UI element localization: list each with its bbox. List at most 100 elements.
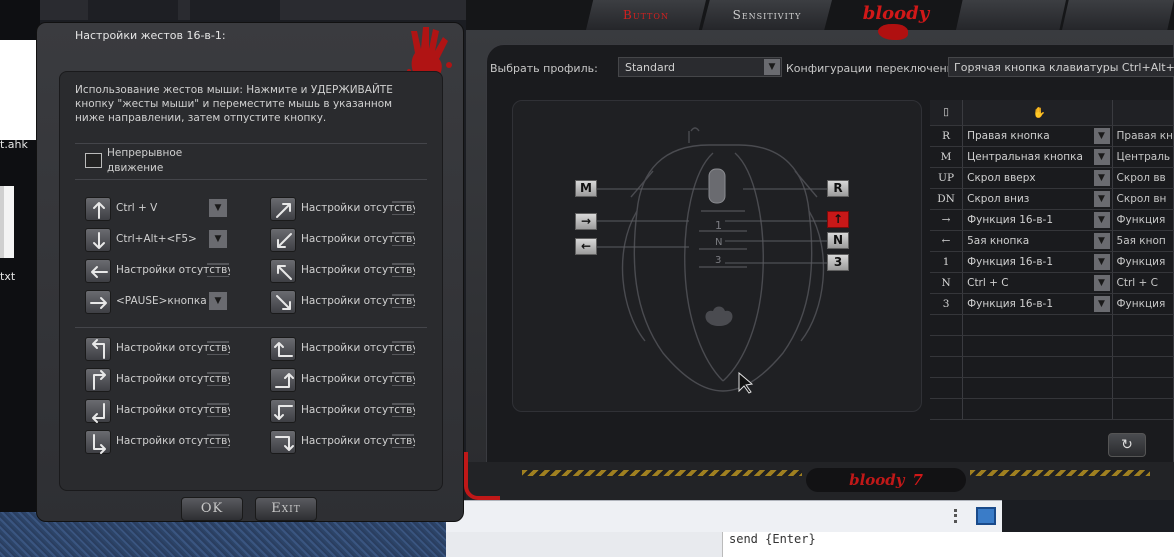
table-row[interactable]: M Центральная кнопка ▼ Централь [930, 146, 1174, 168]
gesture-item[interactable]: Настройки отсутствуют [85, 337, 233, 361]
table-row[interactable]: 1 Функция 16-в-1 ▼ Функция [930, 251, 1174, 273]
chevron-down-icon[interactable]: ▼ [1093, 211, 1110, 228]
gesture-item[interactable]: Настройки отсутствуют [270, 430, 418, 454]
continuous-checkbox[interactable] [85, 153, 102, 168]
table-row[interactable]: → Функция 16-в-1 ▼ Функция [930, 209, 1174, 231]
button-function-alt[interactable]: Правая кн [1112, 125, 1174, 147]
gesture-select[interactable] [392, 201, 414, 215]
gesture-item[interactable]: Ctrl+Alt+<F5> ▼ [85, 228, 233, 252]
gesture-item[interactable]: Настройки отсутствуют [270, 228, 418, 252]
arrow-left-icon [85, 259, 111, 283]
chevron-down-icon[interactable]: ▼ [209, 230, 227, 248]
button-function[interactable]: Скрол вниз ▼ [962, 188, 1113, 210]
gesture-item[interactable]: Настройки отсутствуют [270, 197, 418, 221]
table-row[interactable]: DN Скрол вниз ▼ Скрол вн [930, 188, 1174, 210]
gesture-select[interactable] [207, 263, 229, 277]
mouse-button-r[interactable]: R [827, 180, 849, 197]
chevron-down-icon[interactable]: ▼ [1093, 148, 1110, 165]
divider [75, 143, 427, 144]
divider [75, 179, 427, 180]
button-function[interactable]: Ctrl + C ▼ [962, 272, 1113, 294]
table-row[interactable]: R Правая кнопка ▼ Правая кн [930, 125, 1174, 147]
gesture-select[interactable] [207, 403, 229, 417]
button-function-alt[interactable]: Функция [1112, 293, 1174, 315]
gesture-select[interactable] [392, 263, 414, 277]
button-function[interactable]: 5ая кнопка ▼ [962, 230, 1113, 252]
button-function-alt[interactable]: Централь [1112, 146, 1174, 168]
button-function-alt[interactable]: Скрол вв [1112, 167, 1174, 189]
text-editor[interactable]: send {Enter} [722, 532, 1174, 557]
reset-button[interactable]: ↻ [1108, 433, 1146, 457]
chevron-down-icon[interactable]: ▼ [1093, 253, 1110, 270]
button-function[interactable]: Скрол вверх ▼ [962, 167, 1113, 189]
desktop-file-icon[interactable] [0, 40, 38, 140]
mouse-button-forward[interactable]: → [575, 213, 597, 230]
gesture-item[interactable]: Настройки отсутствуют [270, 337, 418, 361]
config-switch-label: Конфигурации переключения : [786, 62, 968, 75]
chevron-down-icon[interactable]: ▼ [1093, 274, 1110, 291]
button-function-alt[interactable]: Ctrl + C [1112, 272, 1174, 294]
table-row[interactable]: N Ctrl + C ▼ Ctrl + C [930, 272, 1174, 294]
tab-right-2[interactable] [1062, 0, 1174, 30]
table-row[interactable]: ← 5ая кнопка ▼ 5ая кноп [930, 230, 1174, 252]
gesture-select[interactable] [207, 341, 229, 355]
button-function-alt[interactable]: Функция [1112, 209, 1174, 231]
gesture-item[interactable]: Настройки отсутствуют [85, 430, 233, 454]
chevron-down-icon[interactable]: ▼ [209, 199, 227, 217]
divider [75, 327, 427, 328]
gesture-item[interactable]: Настройки отсутствуют [270, 259, 418, 283]
button-function[interactable]: Функция 16-в-1 ▼ [962, 251, 1113, 273]
gesture-item[interactable]: <PAUSE>кнопка ▼ [85, 290, 233, 314]
gesture-item[interactable]: Настройки отсутствуют [85, 259, 233, 283]
button-function[interactable]: Центральная кнопка ▼ [962, 146, 1113, 168]
gesture-item[interactable]: Настройки отсутствуют [270, 399, 418, 423]
window-icon[interactable] [976, 507, 996, 525]
desktop-text-file-icon[interactable] [0, 186, 14, 258]
tab-sensitivity[interactable]: Sensitivity [702, 0, 832, 30]
tab-right-1[interactable] [956, 0, 1066, 30]
dialog-title: Настройки жестов 16-в-1: [75, 29, 226, 42]
ok-button[interactable]: OK [181, 497, 243, 521]
gesture-select[interactable] [392, 294, 414, 308]
mouse-button-n[interactable]: N [827, 232, 849, 249]
button-function-alt[interactable]: 5ая кноп [1112, 230, 1174, 252]
blood-splat-icon [878, 24, 908, 40]
list-view-icon[interactable] [954, 509, 970, 523]
button-function[interactable]: Правая кнопка ▼ [962, 125, 1113, 147]
config-switch-value[interactable]: Горячая кнопка клавиатуры Ctrl+Alt+E [948, 57, 1174, 77]
gesture-select[interactable] [392, 341, 414, 355]
gesture-item[interactable]: Ctrl + V ▼ [85, 197, 233, 221]
button-function[interactable]: Функция 16-в-1 ▼ [962, 209, 1113, 231]
gesture-item[interactable]: Настройки отсутствуют [85, 368, 233, 392]
chevron-down-icon[interactable]: ▼ [1093, 295, 1110, 312]
chevron-down-icon[interactable]: ▼ [1093, 127, 1110, 144]
table-row[interactable]: 3 Функция 16-в-1 ▼ Функция [930, 293, 1174, 315]
mouse-button-gesture[interactable]: ↑ [827, 211, 849, 228]
tab-bar: Button Sensitivity [466, 0, 1174, 30]
table-row[interactable]: UP Скрол вверх ▼ Скрол вв [930, 167, 1174, 189]
mouse-button-back[interactable]: ← [575, 238, 597, 255]
gesture-item[interactable]: Настройки отсутствуют [270, 290, 418, 314]
profile-select[interactable]: Standard ▼ [618, 57, 782, 77]
tab-button[interactable]: Button [586, 0, 706, 30]
chevron-down-icon[interactable]: ▼ [1093, 232, 1110, 249]
mouse-button-3[interactable]: 3 [827, 254, 849, 271]
chevron-down-icon[interactable]: ▼ [1093, 169, 1110, 186]
exit-button[interactable]: Exit [255, 497, 317, 521]
gesture-select[interactable] [207, 434, 229, 448]
chevron-down-icon[interactable]: ▼ [1093, 190, 1110, 207]
gesture-select[interactable] [392, 232, 414, 246]
mouse-button-m[interactable]: M [575, 180, 597, 197]
gesture-select[interactable] [392, 372, 414, 386]
svg-text:N: N [715, 237, 722, 248]
button-function-alt[interactable]: Функция [1112, 251, 1174, 273]
chevron-down-icon[interactable]: ▼ [764, 59, 780, 75]
gesture-item[interactable]: Настройки отсутствуют [85, 399, 233, 423]
button-function[interactable]: Функция 16-в-1 ▼ [962, 293, 1113, 315]
gesture-select[interactable] [392, 434, 414, 448]
gesture-select[interactable] [207, 372, 229, 386]
chevron-down-icon[interactable]: ▼ [209, 292, 227, 310]
gesture-item[interactable]: Настройки отсутствуют [270, 368, 418, 392]
button-function-alt[interactable]: Скрол вн [1112, 188, 1174, 210]
gesture-select[interactable] [392, 403, 414, 417]
